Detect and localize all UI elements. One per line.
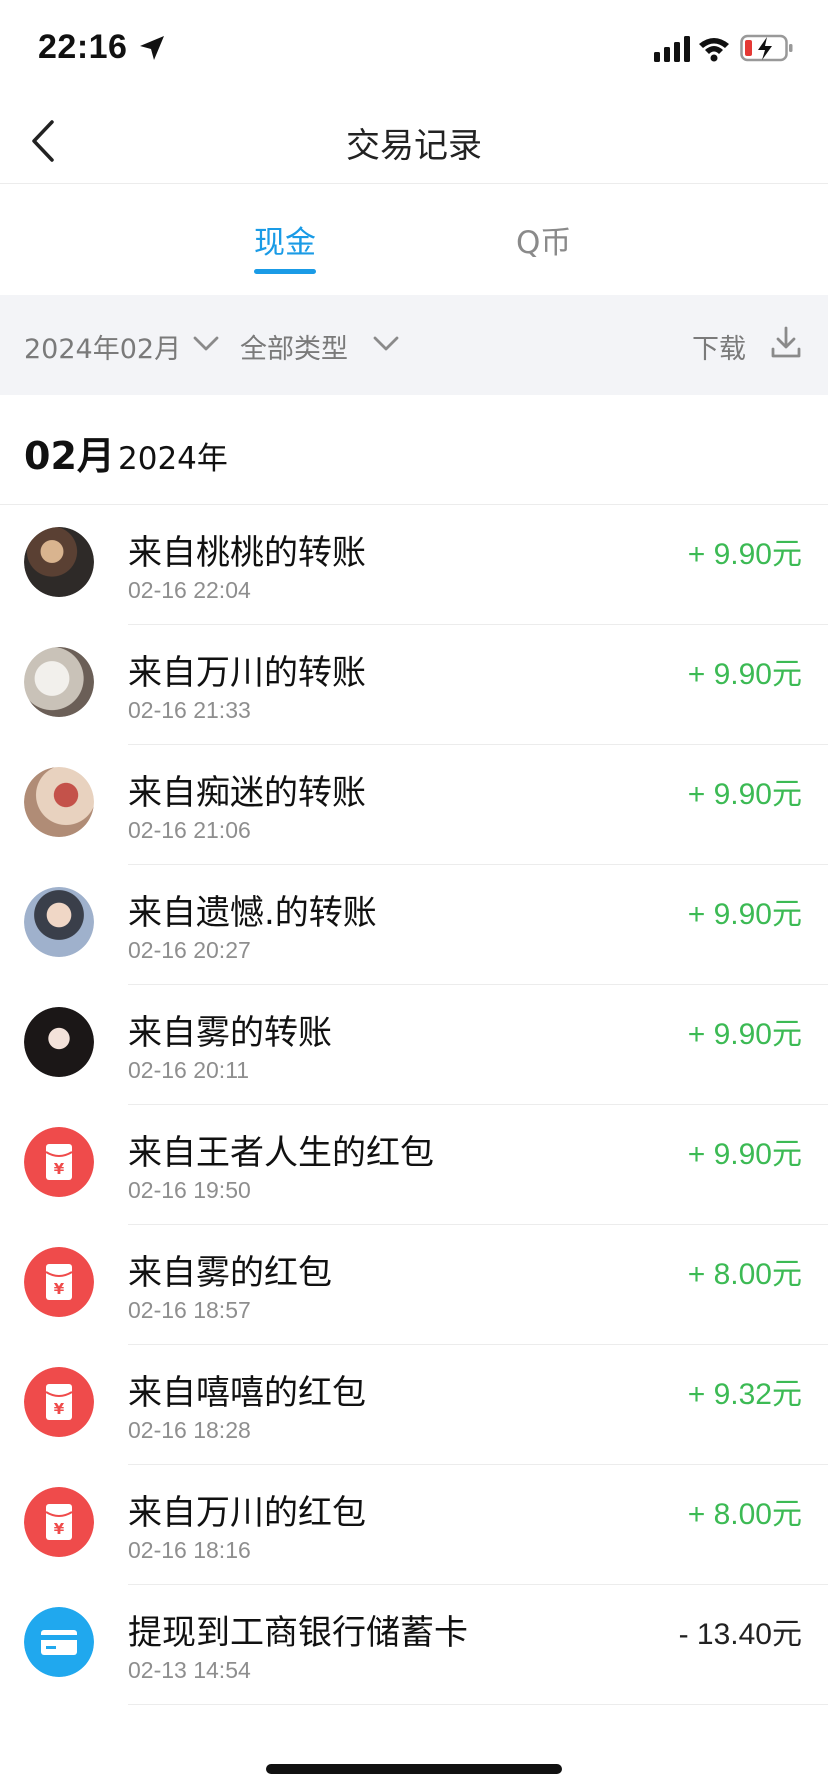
transaction-title: 提现到工商银行储蓄卡 xyxy=(128,1613,468,1653)
transaction-row[interactable]: 来自万川的转账 02-16 21:33 + 9.90元 xyxy=(0,625,828,745)
transaction-amount: + 9.90元 xyxy=(687,1017,802,1052)
transaction-time: 02-16 18:16 xyxy=(128,1537,251,1563)
transaction-amount: + 9.90元 xyxy=(687,657,802,692)
status-time: 22:16 xyxy=(38,28,128,66)
transaction-time: 02-16 19:50 xyxy=(128,1177,251,1203)
avatar xyxy=(24,1007,94,1077)
transaction-amount: + 9.90元 xyxy=(687,537,802,572)
transaction-time: 02-16 20:11 xyxy=(128,1057,250,1083)
red-packet-icon: ¥ xyxy=(24,1367,94,1437)
avatar xyxy=(24,527,94,597)
red-packet-icon: ¥ xyxy=(24,1487,94,1557)
transaction-amount: + 9.90元 xyxy=(687,897,802,932)
chevron-down-icon[interactable] xyxy=(192,329,220,357)
avatar xyxy=(24,647,94,717)
type-filter[interactable]: 全部类型 xyxy=(240,327,348,366)
transaction-row[interactable]: ¥ 来自万川的红包 02-16 18:16 + 8.00元 xyxy=(0,1465,828,1585)
transaction-row[interactable]: 提现到工商银行储蓄卡 02-13 14:54 - 13.40元 xyxy=(0,1585,828,1705)
transaction-time: 02-16 18:28 xyxy=(128,1417,251,1443)
transaction-row[interactable]: 来自遗憾.的转账 02-16 20:27 + 9.90元 xyxy=(0,865,828,985)
wifi-icon xyxy=(699,38,729,62)
tab-qcoin[interactable]: Q币 xyxy=(516,217,571,262)
transaction-title: 来自雾的红包 xyxy=(128,1253,332,1293)
transaction-title: 来自遗憾.的转账 xyxy=(128,893,377,933)
transaction-amount: + 9.90元 xyxy=(687,777,802,812)
filter-bar: 2024年02月 全部类型 下载 xyxy=(0,295,828,395)
tab-bar: 现金 Q币 xyxy=(0,185,828,295)
avatar xyxy=(24,887,94,957)
svg-text:¥: ¥ xyxy=(54,1160,65,1178)
battery-charging-icon xyxy=(740,34,793,62)
svg-text:¥: ¥ xyxy=(54,1520,65,1538)
chevron-down-icon[interactable] xyxy=(372,329,400,357)
svg-text:¥: ¥ xyxy=(54,1280,65,1298)
transaction-title: 来自桃桃的转账 xyxy=(128,533,366,573)
nav-bar: 交易记录 xyxy=(0,100,828,184)
transaction-row[interactable]: 来自桃桃的转账 02-16 22:04 + 9.90元 xyxy=(0,505,828,625)
transaction-row[interactable]: ¥ 来自王者人生的红包 02-16 19:50 + 9.90元 xyxy=(0,1105,828,1225)
transaction-amount: + 8.00元 xyxy=(687,1497,802,1532)
svg-text:¥: ¥ xyxy=(54,1400,65,1418)
status-bar: 22:16 xyxy=(0,0,828,100)
transaction-time: 02-16 20:27 xyxy=(128,937,251,963)
transaction-time: 02-13 14:54 xyxy=(128,1657,251,1683)
transaction-list: 来自桃桃的转账 02-16 22:04 + 9.90元 来自万川的转账 02-1… xyxy=(0,505,828,1705)
transaction-amount: + 8.00元 xyxy=(687,1257,802,1292)
download-button[interactable]: 下载 xyxy=(692,327,746,366)
transaction-title: 来自痴迷的转账 xyxy=(128,773,366,813)
transaction-title: 来自王者人生的红包 xyxy=(128,1133,434,1173)
transaction-row[interactable]: 来自雾的转账 02-16 20:11 + 9.90元 xyxy=(0,985,828,1105)
transaction-title: 来自万川的红包 xyxy=(128,1493,366,1533)
avatar xyxy=(24,767,94,837)
transaction-time: 02-16 21:33 xyxy=(128,697,251,723)
transaction-row[interactable]: ¥ 来自雾的红包 02-16 18:57 + 8.00元 xyxy=(0,1225,828,1345)
transaction-amount: + 9.32元 xyxy=(687,1377,802,1412)
month-label: 02月 xyxy=(24,434,115,478)
cellular-signal-icon xyxy=(654,36,690,62)
location-arrow-icon xyxy=(140,36,164,60)
transaction-title: 来自嘻嘻的红包 xyxy=(128,1373,366,1413)
transaction-time: 02-16 18:57 xyxy=(128,1297,251,1323)
transaction-title: 来自雾的转账 xyxy=(128,1013,332,1053)
transaction-title: 来自万川的转账 xyxy=(128,653,366,693)
red-packet-icon: ¥ xyxy=(24,1127,94,1197)
red-packet-icon: ¥ xyxy=(24,1247,94,1317)
transaction-amount: + 9.90元 xyxy=(687,1137,802,1172)
transaction-amount: - 13.40元 xyxy=(678,1617,802,1652)
active-tab-indicator xyxy=(254,269,316,274)
year-label: 2024年 xyxy=(118,441,228,477)
transaction-row[interactable]: ¥ 来自嘻嘻的红包 02-16 18:28 + 9.32元 xyxy=(0,1345,828,1465)
month-section-header: 02月 2024年 xyxy=(0,395,828,505)
transaction-time: 02-16 21:06 xyxy=(128,817,251,843)
download-icon[interactable] xyxy=(770,325,802,359)
transaction-row[interactable]: 来自痴迷的转账 02-16 21:06 + 9.90元 xyxy=(0,745,828,865)
home-indicator[interactable] xyxy=(266,1764,562,1774)
bank-card-icon xyxy=(24,1607,94,1677)
tab-cash[interactable]: 现金 xyxy=(254,217,316,262)
page-title: 交易记录 xyxy=(346,126,482,166)
transaction-time: 02-16 22:04 xyxy=(128,577,251,603)
month-filter[interactable]: 2024年02月 xyxy=(24,327,181,366)
